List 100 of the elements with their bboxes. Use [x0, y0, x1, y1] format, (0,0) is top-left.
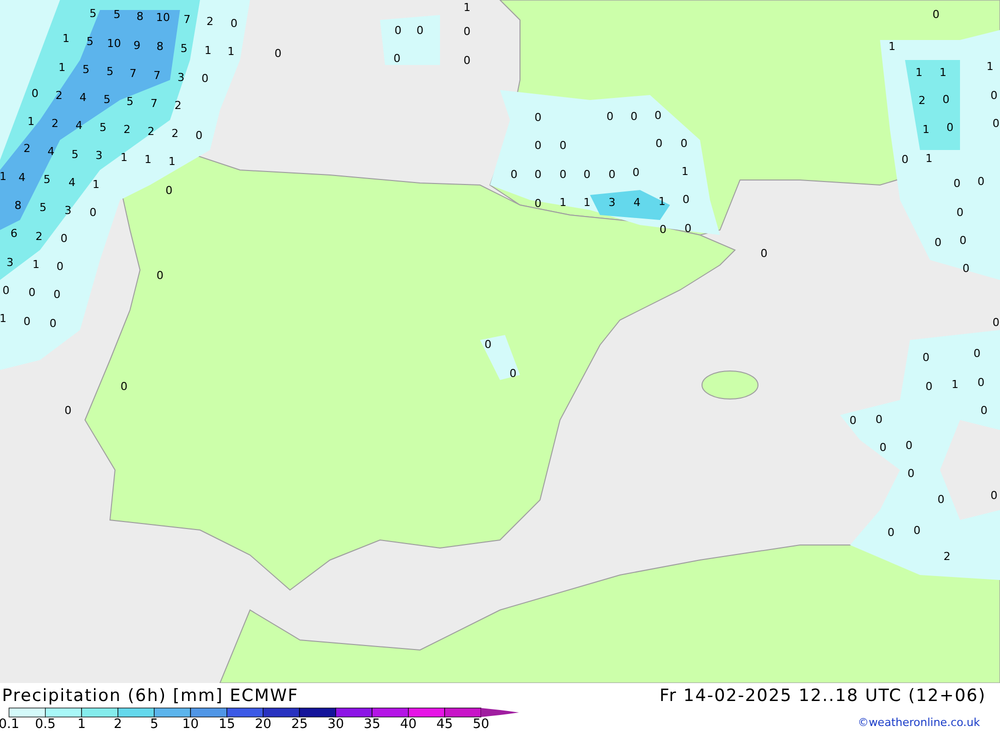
precipitation-value: 3: [96, 149, 102, 162]
precipitation-value: 7: [150, 97, 158, 110]
precipitation-value: 5: [40, 201, 46, 214]
precipitation-value: 0: [32, 87, 38, 100]
precipitation-value: 3: [608, 196, 616, 209]
precipitation-value: 0: [394, 24, 402, 37]
credit-link[interactable]: ©weatheronline.co.uk: [858, 716, 980, 729]
precipitation-value: 1: [952, 378, 958, 391]
precipitation-value: 1: [464, 1, 470, 14]
precipitation-value: 0: [230, 17, 238, 30]
legend-label: 2: [114, 717, 122, 729]
precipitation-value: 0: [978, 376, 984, 389]
precipitation-value: 3: [64, 204, 72, 217]
precipitation-value: 0: [28, 286, 36, 299]
precipitation-value: 0: [682, 193, 690, 206]
precipitation-value: 0: [934, 236, 942, 249]
legend-label: 45: [436, 717, 453, 729]
precipitation-value: 8: [14, 199, 22, 212]
precipitation-value: 0: [534, 168, 542, 181]
precipitation-value: 5: [114, 8, 120, 21]
precipitation-value: 1: [926, 152, 932, 165]
precipitation-value: 7: [184, 13, 190, 26]
precipitation-value: 5: [86, 35, 94, 48]
valid-time: Fr 14-02-2025 12..18 UTC (12+06): [660, 686, 986, 706]
precipitation-value: 4: [18, 171, 26, 184]
precipitation-value: 3: [178, 71, 184, 84]
precipitation-value: 2: [918, 94, 926, 107]
precipitation-value: 4: [80, 91, 86, 104]
precipitation-value: 0: [560, 168, 566, 181]
precipitation-value: 4: [76, 119, 82, 132]
precipitation-value: 0: [464, 25, 470, 38]
precipitation-value: 9: [134, 39, 140, 52]
precipitation-value: 0: [974, 347, 980, 360]
precipitation-value: 1: [888, 40, 896, 53]
precipitation-value: 0: [196, 129, 202, 142]
precipitation-value: 0: [560, 139, 566, 152]
precipitation-value: 1: [916, 66, 922, 79]
precipitation-value: 0: [926, 380, 932, 393]
precipitation-value: 6: [10, 227, 18, 240]
precipitation-value: 0: [606, 110, 614, 123]
precipitation-value: 0: [956, 206, 964, 219]
legend-label: 0.5: [34, 717, 56, 729]
precipitation-value: 0: [980, 404, 988, 417]
precipitation-value: 0: [394, 52, 400, 65]
precipitation-value: 0: [902, 153, 908, 166]
precipitation-value: 5: [180, 42, 188, 55]
precipitation-value: 1: [0, 170, 6, 183]
precipitation-value: 0: [684, 222, 692, 235]
precipitation-value: 0: [464, 54, 470, 67]
precipitation-value: 2: [172, 127, 178, 140]
legend-label: 25: [291, 717, 308, 729]
precipitation-value: 0: [608, 168, 616, 181]
precipitation-value: 0: [656, 137, 662, 150]
precipitation-value: 1: [986, 60, 994, 73]
precipitation-value: 0: [274, 47, 282, 60]
chart-title: Precipitation (6h) [mm] ECMWF: [2, 686, 299, 706]
precipitation-value: 1: [922, 123, 930, 136]
precipitation-value: 2: [124, 123, 130, 136]
precipitation-value: 5: [104, 93, 110, 106]
precipitation-value: 0: [120, 380, 128, 393]
precipitation-value: 0: [630, 110, 638, 123]
precipitation-value: 0: [54, 288, 60, 301]
precipitation-value: 8: [156, 40, 164, 53]
precipitation-value: 1: [120, 151, 128, 164]
precipitation-value: 0: [2, 284, 10, 297]
precipitation-value: 0: [510, 367, 516, 380]
precipitation-value: 0: [938, 493, 944, 506]
precipitation-value: 0: [960, 234, 966, 247]
precipitation-value: 0: [584, 168, 590, 181]
precipitation-value: 0: [906, 439, 912, 452]
precipitation-value: 1: [682, 165, 688, 178]
legend-label: 15: [218, 717, 236, 729]
precipitation-value: 1: [62, 32, 70, 45]
precipitation-value: 2: [206, 15, 214, 28]
precipitation-value: 1: [92, 178, 100, 191]
precipitation-value: 0: [202, 72, 208, 85]
precipitation-value: 1: [168, 155, 176, 168]
precipitation-value: 5: [100, 121, 106, 134]
precipitation-value: 0: [534, 197, 542, 210]
precipitation-value: 0: [510, 168, 518, 181]
legend-label: 20: [254, 717, 272, 729]
precipitation-value: 0: [24, 315, 30, 328]
precipitation-value: 1: [32, 258, 40, 271]
precipitation-value: 0: [876, 413, 882, 426]
precipitation-value: 0: [880, 441, 886, 454]
precipitation-value: 0: [850, 414, 856, 427]
precipitation-value: 0: [416, 24, 424, 37]
precipitation-value: 1: [228, 45, 234, 58]
precipitation-value: 0: [932, 8, 940, 21]
precipitation-value: 0: [990, 489, 998, 502]
precipitation-value: 2: [24, 142, 30, 155]
precipitation-value: 7: [130, 67, 136, 80]
precipitation-value: 2: [944, 550, 950, 563]
precipitation-value: 0: [90, 206, 96, 219]
precipitation-value: 0: [992, 117, 1000, 130]
precipitation-value: 5: [106, 65, 114, 78]
precipitation-value: 7: [154, 69, 160, 82]
precipitation-value: 0: [534, 111, 542, 124]
precipitation-value: 0: [992, 316, 1000, 329]
legend-label: 35: [364, 717, 380, 729]
